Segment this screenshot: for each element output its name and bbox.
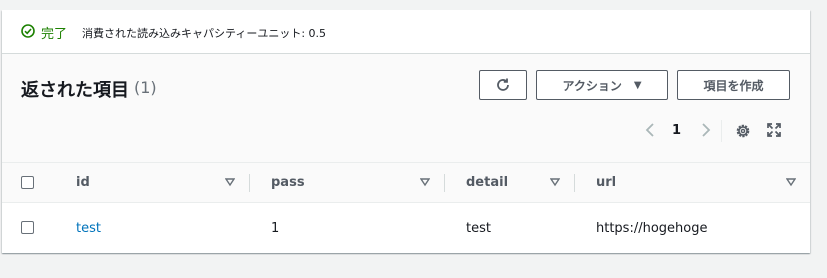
sort-triangle-icon[interactable]: [550, 177, 560, 187]
row-checkbox[interactable]: [21, 221, 34, 234]
items-header: 返された項目 (1) アクション ▼ 項目を作成 1: [2, 54, 810, 163]
success-check-icon: [21, 24, 35, 38]
cell-detail: test: [466, 221, 491, 236]
sort-triangle-icon[interactable]: [225, 177, 235, 187]
items-panel: 完了 消費された読み込みキャパシティーユニット: 0.5 返された項目 (1) …: [2, 10, 810, 253]
actions-label: アクション: [562, 78, 622, 93]
create-item-label: 項目を作成: [703, 78, 764, 93]
create-item-button[interactable]: 項目を作成: [677, 70, 790, 100]
cell-id-link[interactable]: test: [76, 221, 101, 236]
status-label: 完了: [41, 27, 68, 42]
actions-dropdown-button[interactable]: アクション ▼: [536, 70, 668, 100]
column-divider[interactable]: [249, 174, 250, 192]
refresh-icon: [497, 78, 509, 91]
column-header-url[interactable]: url: [596, 175, 616, 190]
refresh-button[interactable]: [479, 70, 527, 100]
pagination-divider: [721, 120, 722, 142]
sort-triangle-icon[interactable]: [420, 177, 430, 187]
column-header-detail[interactable]: detail: [466, 175, 508, 190]
current-page-number[interactable]: 1: [672, 123, 681, 138]
select-all-checkbox[interactable]: [21, 176, 34, 189]
column-header-id[interactable]: id: [76, 175, 90, 190]
status-bar: 完了 消費された読み込みキャパシティーユニット: 0.5: [2, 10, 810, 54]
cell-pass: 1: [271, 221, 280, 236]
gear-icon[interactable]: [734, 122, 752, 140]
status-message: 消費された読み込みキャパシティーユニット: 0.5: [82, 27, 327, 40]
caret-down-icon: ▼: [633, 79, 642, 91]
column-divider[interactable]: [574, 174, 575, 192]
next-page-icon[interactable]: [698, 122, 714, 138]
item-count: (1): [134, 78, 157, 97]
table-row[interactable]: test 1 test https://hogehoge: [2, 203, 810, 251]
column-divider[interactable]: [444, 174, 445, 192]
fullscreen-icon[interactable]: [766, 122, 782, 138]
previous-page-icon[interactable]: [642, 122, 658, 138]
column-header-pass[interactable]: pass: [271, 175, 305, 190]
cell-url: https://hogehoge: [596, 221, 708, 236]
sort-triangle-icon[interactable]: [786, 177, 796, 187]
page-title: 返された項目: [21, 80, 129, 101]
table-header: id pass detail url: [2, 163, 810, 203]
